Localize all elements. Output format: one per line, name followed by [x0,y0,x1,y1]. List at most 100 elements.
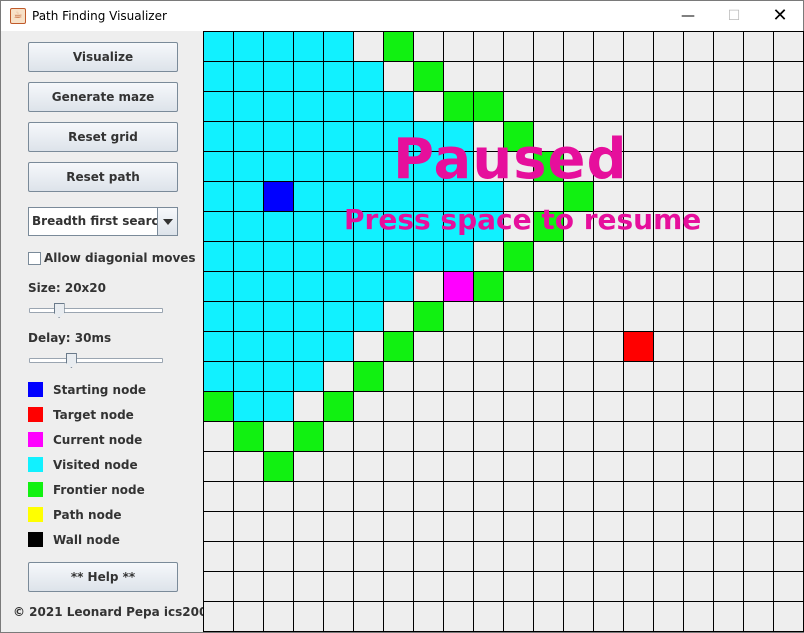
grid-cell[interactable] [774,422,803,451]
grid-cell-visited[interactable] [324,332,353,361]
grid-cell[interactable] [324,422,353,451]
grid-cell[interactable] [504,602,533,631]
grid-cell[interactable] [654,602,683,631]
grid-cell[interactable] [534,62,563,91]
grid-cell[interactable] [384,452,413,481]
grid-cell[interactable] [744,152,773,181]
grid-cell-visited[interactable] [234,182,263,211]
grid-cell[interactable] [624,392,653,421]
grid-cell[interactable] [774,392,803,421]
grid-cell[interactable] [444,452,473,481]
grid-cell[interactable] [624,452,653,481]
grid-cell[interactable] [234,512,263,541]
grid-cell[interactable] [354,572,383,601]
grid-cell[interactable] [714,32,743,61]
grid-cell[interactable] [774,92,803,121]
grid-cell[interactable] [504,542,533,571]
grid-cell[interactable] [594,482,623,511]
grid-cell[interactable] [774,542,803,571]
grid-cell[interactable] [624,152,653,181]
grid-cell-visited[interactable] [204,332,233,361]
grid-cell-visited[interactable] [354,152,383,181]
grid-cell[interactable] [474,392,503,421]
grid-cell[interactable] [384,542,413,571]
grid-cell-visited[interactable] [354,62,383,91]
reset-path-button[interactable]: Reset path [28,162,178,192]
grid-cell[interactable] [564,32,593,61]
grid-cell-visited[interactable] [354,242,383,271]
grid-cell[interactable] [774,512,803,541]
grid-cell[interactable] [564,572,593,601]
grid-cell[interactable] [324,572,353,601]
grid-cell-visited[interactable] [384,242,413,271]
grid-cell[interactable] [654,92,683,121]
grid-cell[interactable] [774,452,803,481]
grid-cell[interactable] [744,122,773,151]
grid-cell[interactable] [684,302,713,331]
grid-cell[interactable] [234,482,263,511]
grid-cell[interactable] [714,62,743,91]
grid-cell[interactable] [774,272,803,301]
grid-cell-visited[interactable] [234,92,263,121]
grid-cell[interactable] [564,332,593,361]
grid-cell[interactable] [564,482,593,511]
grid-cell[interactable] [444,332,473,361]
grid-cell[interactable] [564,272,593,301]
grid-cell[interactable] [504,92,533,121]
grid-cell[interactable] [774,152,803,181]
grid-cell[interactable] [354,602,383,631]
grid-cell-visited[interactable] [324,302,353,331]
grid-cell[interactable] [504,362,533,391]
grid-cell[interactable] [324,512,353,541]
grid-cell[interactable] [234,572,263,601]
grid-cell[interactable] [774,572,803,601]
grid-canvas[interactable] [203,31,804,632]
reset-grid-button[interactable]: Reset grid [28,122,178,152]
grid-cell[interactable] [684,62,713,91]
grid-cell[interactable] [774,602,803,631]
grid-cell[interactable] [354,512,383,541]
grid-cell[interactable] [534,32,563,61]
grid-cell[interactable] [474,482,503,511]
grid-cell[interactable] [684,92,713,121]
grid-cell[interactable] [624,272,653,301]
grid-cell[interactable] [744,92,773,121]
grid-cell[interactable] [264,572,293,601]
grid-cell[interactable] [744,482,773,511]
grid-cell[interactable] [744,332,773,361]
grid-cell-visited[interactable] [264,122,293,151]
grid-cell-visited[interactable] [294,182,323,211]
grid-cell[interactable] [384,572,413,601]
grid-cell-visited[interactable] [204,122,233,151]
grid-cell[interactable] [474,452,503,481]
grid-cell-visited[interactable] [324,32,353,61]
grid-cell-visited[interactable] [204,362,233,391]
grid-cell[interactable] [594,62,623,91]
grid-cell-visited[interactable] [324,272,353,301]
grid-cell[interactable] [744,212,773,241]
grid-cell[interactable] [744,62,773,91]
grid-cell-visited[interactable] [294,212,323,241]
grid-cell[interactable] [594,422,623,451]
grid-cell[interactable] [564,512,593,541]
grid-cell[interactable] [714,392,743,421]
grid-cell-visited[interactable] [234,32,263,61]
grid-cell[interactable] [414,422,443,451]
grid-cell[interactable] [474,242,503,271]
grid-cell-visited[interactable] [264,242,293,271]
grid-cell[interactable] [204,542,233,571]
grid-cell[interactable] [624,62,653,91]
grid-cell[interactable] [594,602,623,631]
grid-cell-visited[interactable] [204,32,233,61]
grid-cell[interactable] [294,392,323,421]
grid-cell-visited[interactable] [294,272,323,301]
grid-cell-visited[interactable] [294,302,323,331]
grid-cell[interactable] [384,302,413,331]
grid-cell[interactable] [384,362,413,391]
grid-cell-visited[interactable] [204,302,233,331]
grid-cell-target[interactable] [624,332,653,361]
grid-cell[interactable] [534,92,563,121]
grid-cell[interactable] [594,272,623,301]
grid-cell[interactable] [534,452,563,481]
grid-cell[interactable] [294,452,323,481]
